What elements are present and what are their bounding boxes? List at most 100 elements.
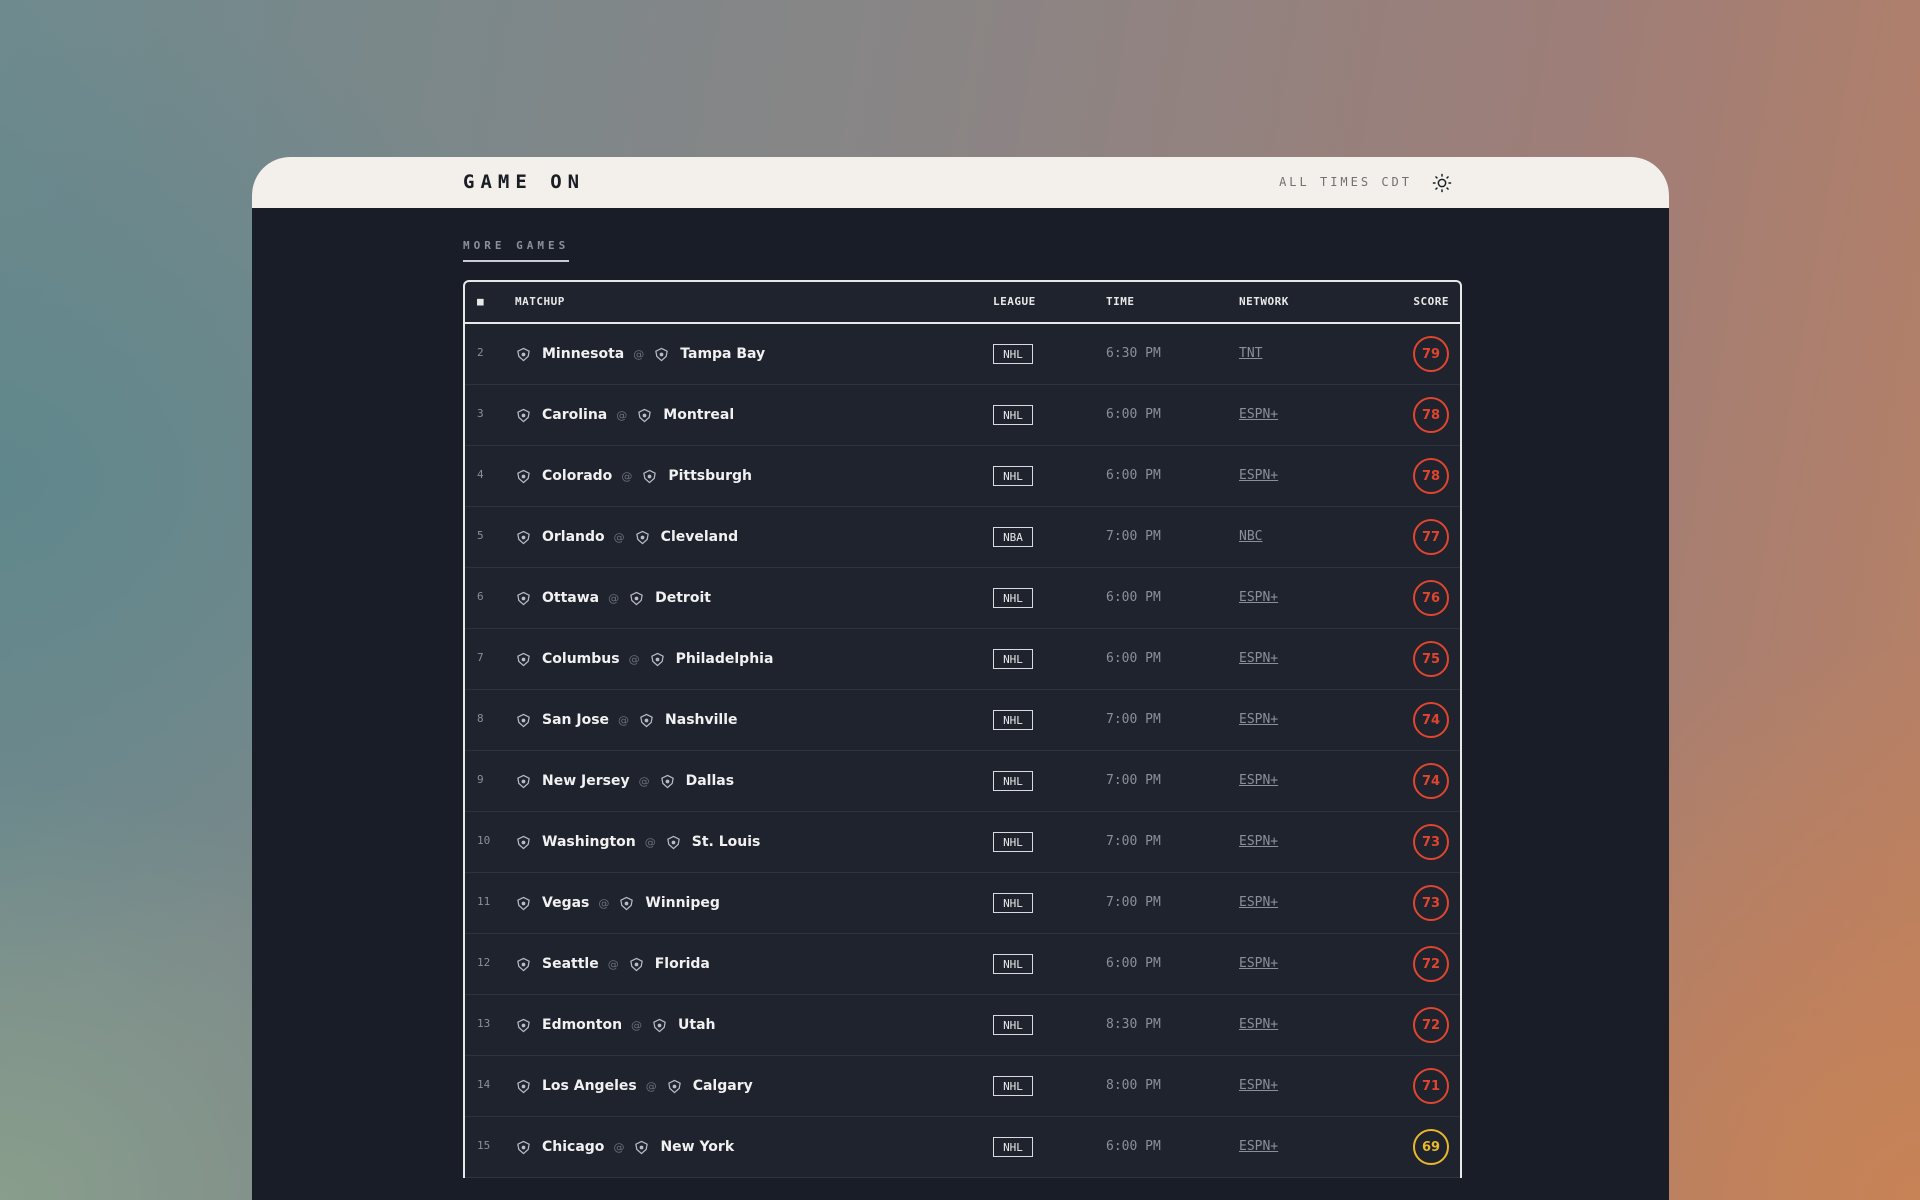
theme-toggle-button[interactable] bbox=[1431, 172, 1453, 194]
league-badge: NHL bbox=[993, 710, 1033, 730]
matchup[interactable]: San Jose @ Nashville bbox=[515, 690, 738, 750]
home-team: Florida bbox=[654, 956, 710, 972]
game-time: 6:00 PM bbox=[1106, 651, 1161, 666]
at-symbol: @ bbox=[645, 1079, 657, 1093]
matchup-header[interactable]: MATCHUP bbox=[515, 295, 565, 308]
score-badge: 76 bbox=[1413, 580, 1449, 616]
team-logo-icon bbox=[628, 956, 645, 973]
network-link[interactable]: ESPN+ bbox=[1239, 773, 1278, 788]
team-logo-icon bbox=[515, 346, 532, 363]
table-row[interactable]: 12 Seattle @ Florida NHL 6:00 PM ESPN+ 72 bbox=[465, 934, 1460, 995]
table-row[interactable]: 6 Ottawa @ Detroit NHL 6:00 PM ESPN+ 76 bbox=[465, 568, 1460, 629]
game-time: 7:00 PM bbox=[1106, 834, 1161, 849]
rank-number: 2 bbox=[477, 346, 484, 359]
away-team: Colorado bbox=[542, 468, 613, 484]
rank-number: 6 bbox=[477, 590, 484, 603]
away-team: Seattle bbox=[542, 956, 599, 972]
score-header[interactable]: SCORE bbox=[1413, 295, 1449, 308]
team-logo-icon bbox=[515, 468, 532, 485]
at-symbol: @ bbox=[638, 774, 650, 788]
team-logo-icon bbox=[515, 712, 532, 729]
table-row[interactable]: 11 Vegas @ Winnipeg NHL 7:00 PM ESPN+ 73 bbox=[465, 873, 1460, 934]
matchup[interactable]: Chicago @ New York bbox=[515, 1117, 734, 1177]
table-row[interactable]: 4 Colorado @ Pittsburgh NHL 6:00 PM ESPN+ 78 bbox=[465, 446, 1460, 507]
table-row[interactable]: 5 Orlando @ Cleveland NBA 7:00 PM NBC 77 bbox=[465, 507, 1460, 568]
away-team: San Jose bbox=[542, 712, 610, 728]
team-logo-icon bbox=[515, 651, 532, 668]
league-badge: NHL bbox=[993, 1015, 1033, 1035]
network-link[interactable]: ESPN+ bbox=[1239, 468, 1278, 483]
network-link[interactable]: TNT bbox=[1239, 346, 1262, 361]
league-badge: NHL bbox=[993, 588, 1033, 608]
matchup[interactable]: Minnesota @ Tampa Bay bbox=[515, 324, 765, 384]
table-row[interactable]: 7 Columbus @ Philadelphia NHL 6:00 PM ESPN+ 75 bbox=[465, 629, 1460, 690]
table-row[interactable]: 14 Los Angeles @ Calgary NHL 8:00 PM ESPN+ 71 bbox=[465, 1056, 1460, 1117]
network-link[interactable]: ESPN+ bbox=[1239, 1078, 1278, 1093]
score-badge: 78 bbox=[1413, 397, 1449, 433]
table-row[interactable]: 13 Edmonton @ Utah NHL 8:30 PM ESPN+ 72 bbox=[465, 995, 1460, 1056]
team-logo-icon bbox=[618, 895, 635, 912]
matchup[interactable]: New Jersey @ Dallas bbox=[515, 751, 734, 811]
team-logo-icon bbox=[651, 1017, 668, 1034]
matchup[interactable]: Carolina @ Montreal bbox=[515, 385, 734, 445]
away-team: New Jersey bbox=[542, 773, 630, 789]
game-time: 7:00 PM bbox=[1106, 895, 1161, 910]
league-badge: NHL bbox=[993, 771, 1033, 791]
score-badge: 71 bbox=[1413, 1068, 1449, 1104]
matchup[interactable]: Columbus @ Philadelphia bbox=[515, 629, 773, 689]
table-row[interactable]: 10 Washington @ St. Louis NHL 7:00 PM ESPN+ 73 bbox=[465, 812, 1460, 873]
team-logo-icon bbox=[633, 1139, 650, 1156]
rank-number: 13 bbox=[477, 1017, 491, 1030]
table-row[interactable]: 15 Chicago @ New York NHL 6:00 PM ESPN+ 69 bbox=[465, 1117, 1460, 1178]
team-logo-icon bbox=[628, 590, 645, 607]
score-badge: 72 bbox=[1413, 946, 1449, 982]
network-link[interactable]: ESPN+ bbox=[1239, 590, 1278, 605]
away-team: Chicago bbox=[542, 1139, 605, 1155]
matchup[interactable]: Orlando @ Cleveland bbox=[515, 507, 738, 567]
network-link[interactable]: ESPN+ bbox=[1239, 407, 1278, 422]
table-row[interactable]: 3 Carolina @ Montreal NHL 6:00 PM ESPN+ 78 bbox=[465, 385, 1460, 446]
home-team: Detroit bbox=[655, 590, 711, 606]
away-team: Carolina bbox=[542, 407, 608, 423]
home-team: St. Louis bbox=[691, 834, 761, 850]
away-team: Washington bbox=[542, 834, 636, 850]
home-team: New York bbox=[660, 1139, 735, 1155]
game-time: 7:00 PM bbox=[1106, 712, 1161, 727]
matchup[interactable]: Washington @ St. Louis bbox=[515, 812, 760, 872]
network-link[interactable]: ESPN+ bbox=[1239, 712, 1278, 727]
score-badge: 73 bbox=[1413, 885, 1449, 921]
team-logo-icon bbox=[515, 1078, 532, 1095]
network-link[interactable]: ESPN+ bbox=[1239, 651, 1278, 666]
network-link[interactable]: ESPN+ bbox=[1239, 895, 1278, 910]
network-link[interactable]: ESPN+ bbox=[1239, 956, 1278, 971]
network-link[interactable]: ESPN+ bbox=[1239, 1139, 1278, 1154]
network-link[interactable]: NBC bbox=[1239, 529, 1262, 544]
app-logo[interactable]: GAME ON bbox=[463, 171, 585, 193]
team-logo-icon bbox=[515, 407, 532, 424]
table-row[interactable]: 8 San Jose @ Nashville NHL 7:00 PM ESPN+ 74 bbox=[465, 690, 1460, 751]
matchup[interactable]: Edmonton @ Utah bbox=[515, 995, 716, 1055]
team-logo-icon bbox=[653, 346, 670, 363]
rank-number: 9 bbox=[477, 773, 484, 786]
matchup[interactable]: Vegas @ Winnipeg bbox=[515, 873, 720, 933]
network-link[interactable]: ESPN+ bbox=[1239, 1017, 1278, 1032]
table-row[interactable]: 9 New Jersey @ Dallas NHL 7:00 PM ESPN+ 74 bbox=[465, 751, 1460, 812]
table-body: 2 Minnesota @ Tampa Bay NHL 6:30 PM TNT 79 3 Caro… bbox=[465, 324, 1460, 1178]
matchup[interactable]: Los Angeles @ Calgary bbox=[515, 1056, 753, 1116]
away-team: Ottawa bbox=[542, 590, 600, 606]
league-header[interactable]: LEAGUE bbox=[993, 295, 1036, 308]
at-symbol: @ bbox=[618, 713, 630, 727]
network-header[interactable]: NETWORK bbox=[1239, 295, 1289, 308]
matchup[interactable]: Colorado @ Pittsburgh bbox=[515, 446, 752, 506]
network-link[interactable]: ESPN+ bbox=[1239, 834, 1278, 849]
section-title: MORE GAMES bbox=[463, 239, 570, 262]
rank-number: 14 bbox=[477, 1078, 491, 1091]
table-row[interactable]: 2 Minnesota @ Tampa Bay NHL 6:30 PM TNT 79 bbox=[465, 324, 1460, 385]
games-table: ■ MATCHUP LEAGUE TIME NETWORK SCORE 2 Min… bbox=[463, 280, 1462, 1178]
league-badge: NBA bbox=[993, 527, 1033, 547]
game-time: 6:00 PM bbox=[1106, 1139, 1161, 1154]
matchup[interactable]: Seattle @ Florida bbox=[515, 934, 710, 994]
matchup[interactable]: Ottawa @ Detroit bbox=[515, 568, 711, 628]
time-header[interactable]: TIME bbox=[1106, 295, 1135, 308]
away-team: Orlando bbox=[542, 529, 605, 545]
